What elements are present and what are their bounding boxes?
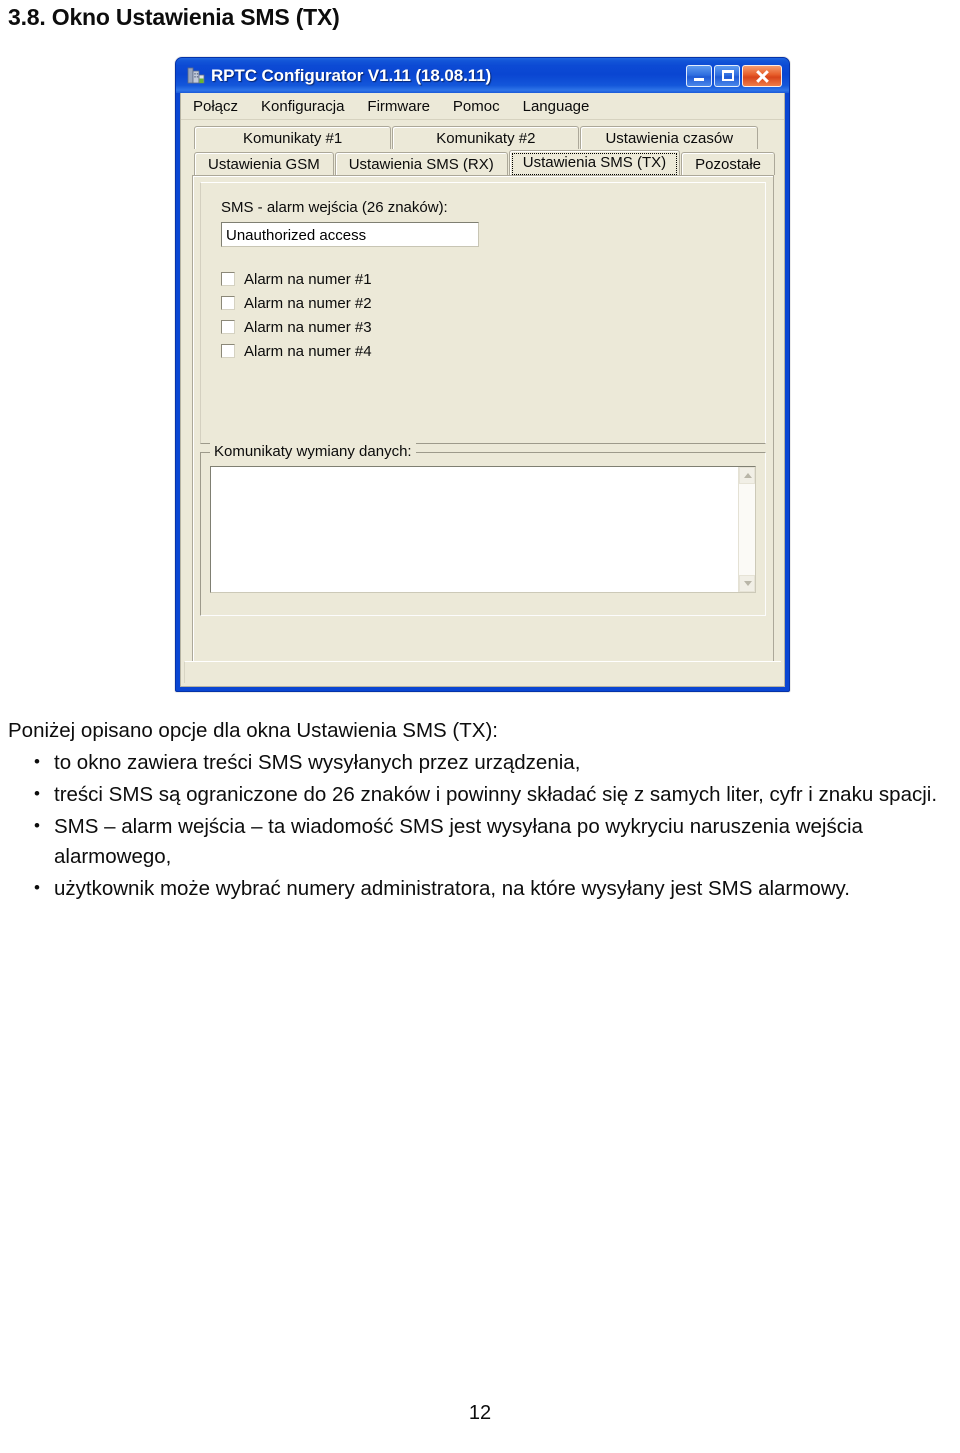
checkbox-alarm-3-label: Alarm na numer #3	[244, 318, 372, 336]
maximize-button[interactable]	[714, 64, 740, 87]
checkbox-row-alarm-1[interactable]: Alarm na numer #1	[221, 267, 372, 291]
tab-row-2: Ustawienia GSM Ustawienia SMS (RX) Ustaw…	[192, 150, 775, 175]
data-exchange-groupbox: Komunikaty wymiany danych:	[200, 443, 766, 616]
page-title: 3.8. Okno Ustawienia SMS (TX)	[8, 4, 340, 30]
menu-item-firmware[interactable]: Firmware	[365, 97, 432, 116]
window-client-area: Połącz Konfiguracja Firmware Pomoc Langu…	[180, 93, 785, 687]
data-exchange-log[interactable]	[210, 466, 756, 593]
tab-ustawienia-czasow[interactable]: Ustawienia czasów	[580, 126, 759, 149]
menu-item-konfiguracja[interactable]: Konfiguracja	[259, 97, 346, 116]
checkbox-alarm-2-label: Alarm na numer #2	[244, 294, 372, 312]
alarm-number-checkbox-list: Alarm na numer #1 Alarm na numer #2 Alar…	[221, 267, 372, 363]
minimize-icon	[694, 77, 704, 81]
list-item: użytkownik może wybrać numery administra…	[8, 873, 938, 904]
menu-bar: Połącz Konfiguracja Firmware Pomoc Langu…	[181, 93, 784, 120]
tab-pozostale[interactable]: Pozostałe	[681, 152, 775, 175]
sms-settings-panel: SMS - alarm wejścia (26 znaków): Unautho…	[200, 182, 766, 444]
minimize-button[interactable]	[686, 64, 712, 87]
checkbox-alarm-1-label: Alarm na numer #1	[244, 270, 372, 288]
status-bar	[184, 661, 781, 683]
tab-ustawienia-sms-tx-label: Ustawienia SMS (TX)	[522, 154, 667, 171]
checkbox-row-alarm-2[interactable]: Alarm na numer #2	[221, 291, 372, 315]
close-button[interactable]	[742, 64, 782, 87]
body-copy: Poniżej opisano opcje dla okna Ustawieni…	[8, 716, 938, 906]
tab-ustawienia-sms-rx[interactable]: Ustawienia SMS (RX)	[334, 152, 508, 175]
window-caption-buttons	[686, 64, 785, 87]
log-scrollbar[interactable]	[738, 467, 755, 592]
data-exchange-caption: Komunikaty wymiany danych:	[210, 443, 416, 460]
tab-ustawienia-sms-tx[interactable]: Ustawienia SMS (TX)	[508, 150, 681, 175]
tab-control: Komunikaty #1 Komunikaty #2 Ustawienia c…	[192, 124, 775, 678]
scroll-up-icon[interactable]	[739, 467, 755, 484]
window-titlebar: RPTC Configurator V1.11 (18.08.11)	[176, 58, 789, 93]
checkbox-alarm-3[interactable]	[221, 320, 235, 334]
maximize-icon	[722, 69, 734, 81]
tab-ustawienia-gsm[interactable]: Ustawienia GSM	[194, 152, 334, 175]
checkbox-alarm-4[interactable]	[221, 344, 235, 358]
lead-paragraph: Poniżej opisano opcje dla okna Ustawieni…	[8, 719, 498, 742]
page-number: 12	[468, 1402, 492, 1424]
list-item: treści SMS są ograniczone do 26 znaków i…	[8, 779, 938, 810]
checkbox-alarm-2[interactable]	[221, 296, 235, 310]
list-item: to okno zawiera treści SMS wysyłanych pr…	[8, 747, 938, 778]
building-icon	[187, 66, 206, 85]
screenshot-figure: RPTC Configurator V1.11 (18.08.11) Połąc…	[175, 57, 790, 692]
menu-item-polacz[interactable]: Połącz	[191, 97, 240, 116]
tab-page-ustawienia-sms-tx: SMS - alarm wejścia (26 znaków): Unautho…	[192, 175, 774, 678]
tab-komunikaty-1[interactable]: Komunikaty #1	[194, 126, 392, 149]
tab-row-1: Komunikaty #1 Komunikaty #2 Ustawienia c…	[192, 124, 774, 149]
sms-alarm-label: SMS - alarm wejścia (26 znaków):	[221, 199, 448, 216]
checkbox-alarm-1[interactable]	[221, 272, 235, 286]
tab-komunikaty-2[interactable]: Komunikaty #2	[392, 126, 580, 149]
application-window: RPTC Configurator V1.11 (18.08.11) Połąc…	[175, 57, 790, 692]
data-exchange-log-text[interactable]	[211, 467, 738, 592]
scroll-down-icon[interactable]	[739, 575, 755, 592]
menu-item-language[interactable]: Language	[521, 97, 592, 116]
list-item: SMS – alarm wejścia – ta wiadomość SMS j…	[8, 811, 938, 872]
scrollbar-track[interactable]	[739, 484, 755, 575]
menu-item-pomoc[interactable]: Pomoc	[451, 97, 502, 116]
sms-alarm-input[interactable]: Unauthorized access	[221, 222, 479, 247]
checkbox-row-alarm-3[interactable]: Alarm na numer #3	[221, 315, 372, 339]
checkbox-row-alarm-4[interactable]: Alarm na numer #4	[221, 339, 372, 363]
checkbox-alarm-4-label: Alarm na numer #4	[244, 342, 372, 360]
bullet-list: to okno zawiera treści SMS wysyłanych pr…	[8, 747, 938, 904]
window-title: RPTC Configurator V1.11 (18.08.11)	[211, 65, 492, 85]
